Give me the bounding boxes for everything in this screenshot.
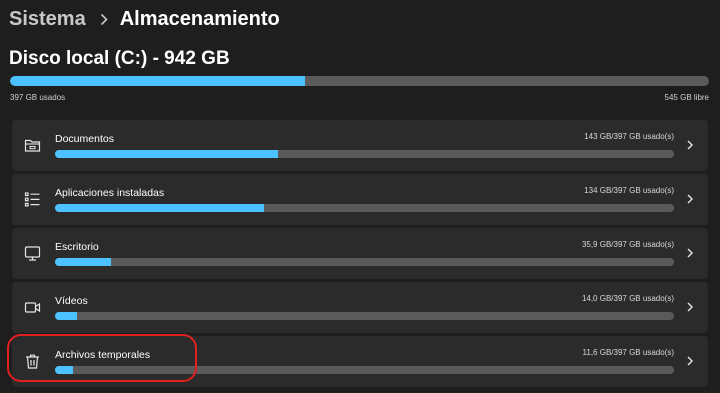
category-amount: 35,9 GB/397 GB usado(s) — [581, 240, 674, 249]
breadcrumb-sistema[interactable]: Sistema — [9, 8, 86, 31]
category-documentos[interactable]: Documentos 143 GB/397 GB usado(s) — [12, 120, 708, 171]
breadcrumb: Sistema Almacenamiento — [9, 5, 280, 33]
category-usage-bar — [55, 258, 674, 266]
video-camera-icon — [24, 299, 41, 316]
category-videos[interactable]: Vídeos 14,0 GB/397 GB usado(s) — [12, 282, 708, 333]
category-usage-bar — [55, 312, 674, 320]
chevron-right-icon — [100, 13, 108, 26]
category-amount: 143 GB/397 GB usado(s) — [584, 132, 674, 141]
chevron-right-icon — [686, 246, 694, 260]
category-escritorio[interactable]: Escritorio 35,9 GB/397 GB usado(s) — [12, 228, 708, 279]
category-usage-fill — [55, 204, 264, 212]
category-amount: 14,0 GB/397 GB usado(s) — [581, 294, 674, 303]
category-usage-bar — [55, 204, 674, 212]
free-label: 545 GB libre — [664, 93, 709, 102]
category-usage-fill — [55, 258, 111, 266]
chevron-right-icon — [686, 138, 694, 152]
category-usage-fill — [55, 312, 77, 320]
category-usage-fill — [55, 366, 74, 374]
category-label: Escritorio — [55, 241, 99, 253]
category-aplicaciones-instaladas[interactable]: Aplicaciones instaladas 134 GB/397 GB us… — [12, 174, 708, 225]
category-usage-bar — [55, 150, 674, 158]
drive-usage-fill — [10, 76, 305, 86]
category-label: Documentos — [55, 133, 114, 145]
category-label: Aplicaciones instaladas — [55, 187, 165, 199]
drive-usage-bar — [10, 76, 709, 86]
monitor-icon — [24, 245, 41, 262]
trash-icon — [24, 353, 41, 370]
category-archivos-temporales[interactable]: Archivos temporales 11,6 GB/397 GB usado… — [12, 336, 708, 387]
drive-title: Disco local (C:) - 942 GB — [9, 48, 230, 69]
app-list-icon — [24, 191, 41, 208]
category-usage-bar — [55, 366, 674, 374]
chevron-right-icon — [686, 354, 694, 368]
folder-icon — [24, 137, 41, 154]
category-amount: 134 GB/397 GB usado(s) — [584, 186, 674, 195]
chevron-right-icon — [686, 192, 694, 206]
used-label: 397 GB usados — [10, 93, 66, 102]
category-usage-fill — [55, 150, 278, 158]
category-amount: 11,6 GB/397 GB usado(s) — [582, 348, 674, 357]
chevron-right-icon — [686, 300, 694, 314]
category-label: Archivos temporales — [55, 349, 151, 361]
page-title: Almacenamiento — [119, 7, 280, 30]
category-label: Vídeos — [55, 295, 88, 307]
